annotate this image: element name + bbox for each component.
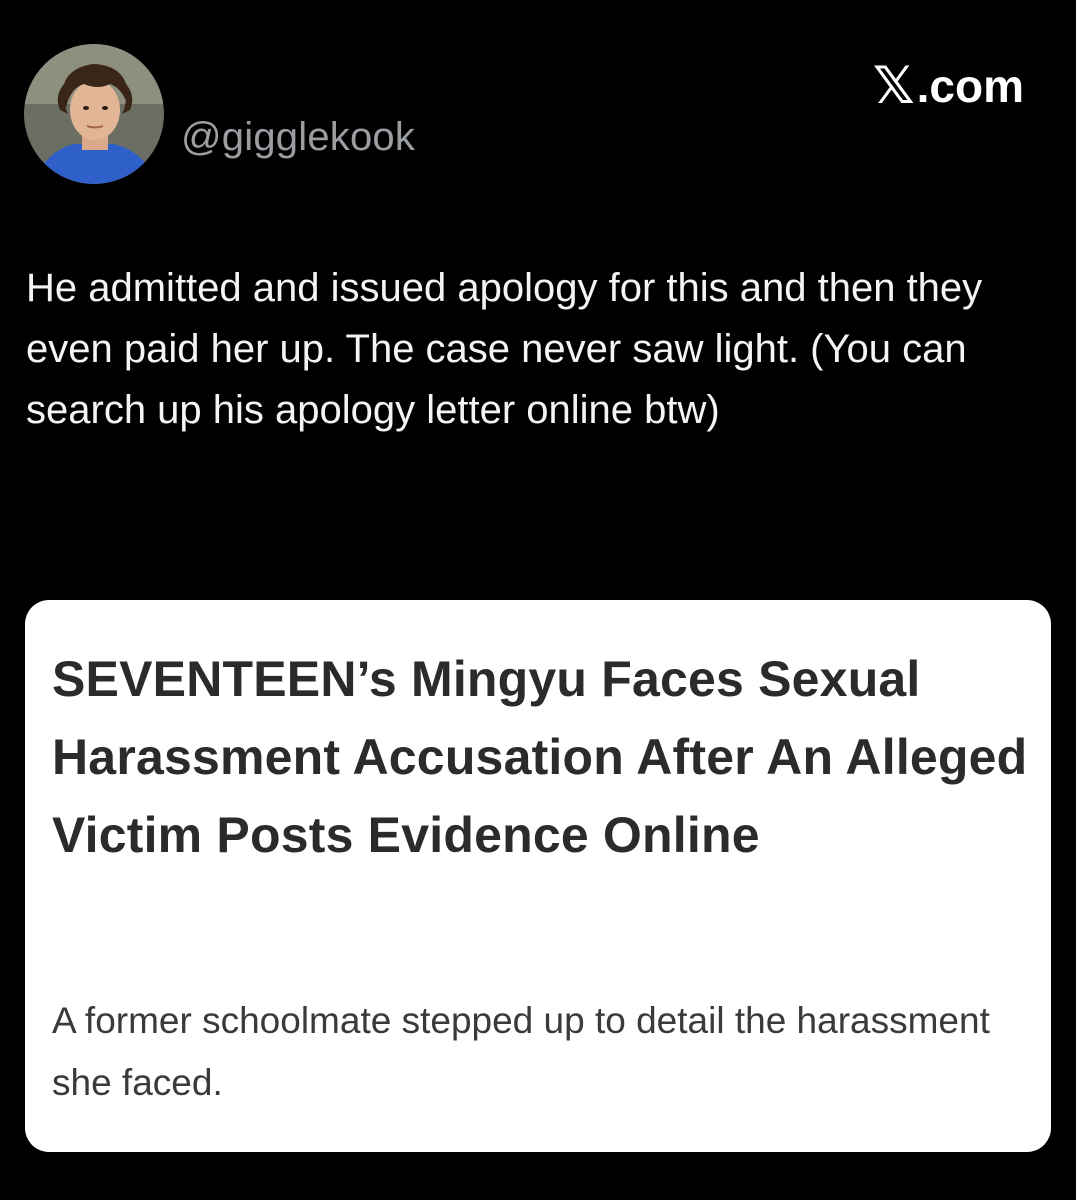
article-card[interactable]: SEVENTEEN’s Mingyu Faces Sexual Harassme… — [25, 600, 1051, 1152]
avatar-photo — [24, 44, 164, 184]
tweet-text: He admitted and issued apology for this … — [26, 266, 983, 432]
user-handle[interactable]: @gigglekook — [181, 112, 415, 162]
brand-suffix: .com — [916, 60, 1024, 112]
avatar[interactable] — [24, 44, 164, 184]
article-headline[interactable]: SEVENTEEN’s Mingyu Faces Sexual Harassme… — [52, 640, 1032, 874]
article-description: A former schoolmate stepped up to detail… — [52, 1000, 990, 1103]
site-brand: 𝕏 .com — [873, 58, 1024, 114]
x-logo-icon: 𝕏 — [872, 57, 915, 115]
